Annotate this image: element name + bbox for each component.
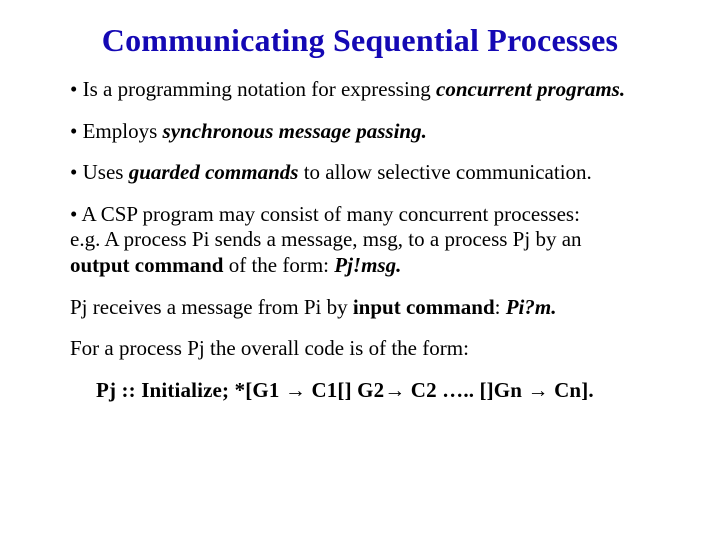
p5-a: Pj receives a message from Pi by bbox=[70, 295, 353, 319]
code-a: Pj :: Initialize; *[G1 bbox=[96, 378, 285, 402]
bullet-3-tail: to allow selective communication. bbox=[298, 160, 591, 184]
code-line: Pj :: Initialize; *[G1 → C1[] G2→ C2 …..… bbox=[96, 378, 654, 403]
bullet-4-line3-a: output command bbox=[70, 253, 223, 277]
p5-c: : bbox=[495, 295, 506, 319]
bullet-4-line3-c: Pj!msg. bbox=[334, 253, 401, 277]
para-code-intro: For a process Pj the overall code is of … bbox=[70, 336, 654, 362]
bullet-3-lead: • Uses bbox=[70, 160, 129, 184]
arrow-icon: → bbox=[528, 378, 549, 403]
bullet-4-line2: e.g. A process Pi sends a message, msg, … bbox=[70, 227, 582, 251]
bullet-1: • Is a programming notation for expressi… bbox=[70, 77, 654, 103]
bullet-2-em: synchronous message passing. bbox=[163, 119, 427, 143]
p5-d: Pi?m. bbox=[506, 295, 557, 319]
p5-b: input command bbox=[353, 295, 495, 319]
bullet-4-line3-b: of the form: bbox=[223, 253, 334, 277]
bullet-2: • Employs synchronous message passing. bbox=[70, 119, 654, 145]
bullet-1-mid: for expressing bbox=[306, 77, 436, 101]
para-input-command: Pj receives a message from Pi by input c… bbox=[70, 295, 654, 321]
slide-title: Communicating Sequential Processes bbox=[48, 22, 672, 59]
arrow-icon: → bbox=[285, 378, 306, 403]
code-d: Cn]. bbox=[549, 378, 594, 402]
bullet-1-em: concurrent programs. bbox=[436, 77, 625, 101]
bullet-1-lead: • Is a programming notation bbox=[70, 77, 306, 101]
slide-body: • Is a programming notation for expressi… bbox=[48, 77, 672, 403]
bullet-2-lead: • Employs bbox=[70, 119, 163, 143]
arrow-icon: → bbox=[384, 378, 405, 403]
bullet-4: • A CSP program may consist of many conc… bbox=[70, 202, 654, 279]
code-c: C2 ….. []Gn bbox=[405, 378, 527, 402]
bullet-3-em: guarded commands bbox=[129, 160, 299, 184]
bullet-4-line1: • A CSP program may consist of many conc… bbox=[70, 202, 580, 226]
bullet-3: • Uses guarded commands to allow selecti… bbox=[70, 160, 654, 186]
code-b: C1[] G2 bbox=[306, 378, 384, 402]
slide: Communicating Sequential Processes • Is … bbox=[0, 0, 720, 540]
